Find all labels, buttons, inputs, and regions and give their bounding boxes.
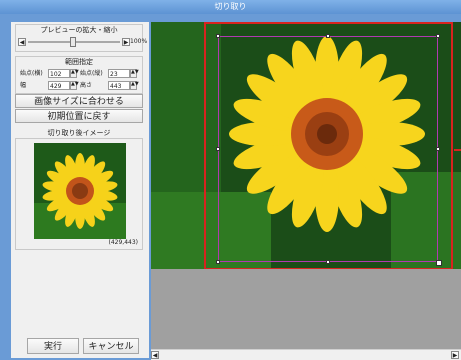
width-input[interactable]: 429 (48, 81, 70, 90)
execute-button[interactable]: 実行 (27, 338, 79, 354)
crop-handle-bottom[interactable] (326, 260, 330, 264)
horizontal-scrollbar[interactable]: ◀ ▶ (151, 349, 461, 360)
sunflower-photo (151, 22, 461, 269)
crop-handle-right[interactable] (436, 147, 440, 151)
zoom-group: プレビューの拡大・縮小 ◀ ▶ 100% (15, 24, 147, 52)
zoom-slider[interactable]: ◀ ▶ 100% (18, 37, 148, 47)
start-y-label: 始点(縦) (80, 70, 103, 77)
cropped-preview-image (34, 143, 126, 239)
crop-dialog-window: 切り取り プレビューの拡大・縮小 ◀ ▶ 100% 範囲指定 始点(横) 102… (0, 0, 461, 360)
zoom-out-arrow-icon[interactable]: ◀ (18, 38, 26, 46)
crop-handle-top[interactable] (326, 34, 330, 38)
height-label: 高さ (80, 82, 93, 89)
crop-handle-bottom-right[interactable] (436, 260, 442, 266)
preview-box: (429,443) (15, 138, 143, 250)
callout-line (454, 149, 461, 151)
start-x-spin-icon[interactable]: ▲▼ (70, 69, 79, 78)
start-row: 始点(横) 102 ▲▼ 始点(縦) 23 ▲▼ (20, 68, 140, 80)
range-label: 範囲指定 (65, 58, 93, 66)
start-y-spin-icon[interactable]: ▲▼ (130, 69, 139, 78)
height-input[interactable]: 443 (108, 81, 130, 90)
start-y-input[interactable]: 23 (108, 69, 130, 78)
zoom-label: プレビューの拡大・縮小 (40, 26, 118, 34)
preview-label: 切り取り後イメージ (47, 129, 111, 137)
width-spin-icon[interactable]: ▲▼ (70, 81, 79, 90)
range-group: 範囲指定 始点(横) 102 ▲▼ 始点(縦) 23 ▲▼ 幅 429 ▲▼ 高… (15, 56, 143, 94)
start-x-label: 始点(横) (20, 70, 43, 77)
crop-handle-left[interactable] (216, 147, 220, 151)
zoom-in-arrow-icon[interactable]: ▶ (122, 38, 130, 46)
image-canvas[interactable]: ◀ ▶ (151, 22, 461, 360)
window-title: 切り取り (0, 0, 461, 14)
crop-handle-top-left[interactable] (216, 34, 220, 38)
height-spin-icon[interactable]: ▲▼ (130, 81, 139, 90)
control-panel: プレビューの拡大・縮小 ◀ ▶ 100% 範囲指定 始点(横) 102 ▲▼ 始… (11, 22, 149, 358)
zoom-value: 100% (130, 38, 148, 45)
sunflower-thumbnail-icon (34, 143, 126, 239)
crop-handle-bottom-left[interactable] (216, 260, 220, 264)
zoom-slider-thumb[interactable] (70, 37, 76, 47)
width-label: 幅 (20, 82, 27, 89)
reset-position-button[interactable]: 初期位置に戻す (15, 109, 143, 123)
size-row: 幅 429 ▲▼ 高さ 443 ▲▼ (20, 80, 140, 92)
crop-handle-top-right[interactable] (436, 34, 440, 38)
scroll-left-arrow-icon[interactable]: ◀ (151, 351, 159, 359)
crop-selection-rect[interactable] (218, 36, 438, 262)
scroll-right-arrow-icon[interactable]: ▶ (451, 351, 459, 359)
fit-image-button[interactable]: 画像サイズに合わせる (15, 94, 143, 108)
preview-size-text: (429,443) (108, 239, 139, 246)
cancel-button[interactable]: キャンセル (83, 338, 139, 354)
start-x-input[interactable]: 102 (48, 69, 70, 78)
